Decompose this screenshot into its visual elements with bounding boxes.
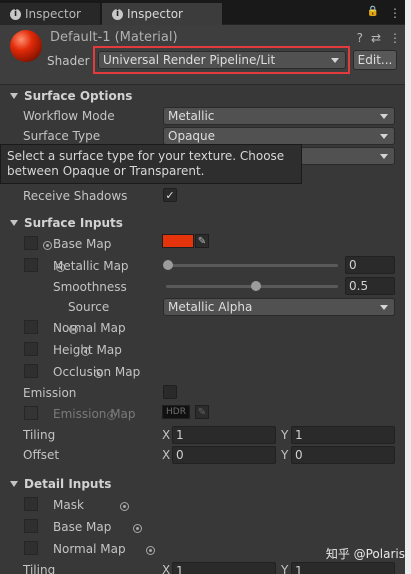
base-map-label: Base Map	[53, 237, 112, 251]
info-icon: i	[10, 8, 21, 20]
foldout-arrow-icon	[10, 481, 18, 487]
normal-map-texture-slot[interactable]	[24, 320, 38, 334]
tab-label: Inspector	[127, 7, 183, 21]
section-surface-options[interactable]: Surface Options	[10, 89, 132, 103]
tab-inspector-2[interactable]: i Inspector	[102, 3, 222, 25]
tiling-y-label: Y	[281, 428, 289, 442]
shader-value: Universal Render Pipeline/Lit	[103, 53, 276, 67]
chevron-down-icon	[380, 114, 388, 119]
detail-mask-texture-slot[interactable]	[24, 497, 38, 511]
offset-x-field[interactable]: 0	[172, 446, 276, 464]
tab-actions: 🔒 ⋮	[367, 6, 401, 20]
emission-label: Emission	[23, 386, 77, 400]
surface-type-tooltip: Select a surface type for your texture. …	[0, 144, 302, 184]
section-surface-inputs[interactable]: Surface Inputs	[10, 216, 123, 230]
object-picker-icon[interactable]	[145, 546, 155, 555]
more-menu-icon[interactable]: ⋮	[389, 6, 401, 20]
height-map-label: Height Map	[53, 343, 122, 357]
lock-icon[interactable]: 🔒	[367, 6, 379, 20]
source-label: Source	[68, 300, 110, 314]
check-icon: ✓	[165, 188, 175, 202]
workflow-mode-label: Workflow Mode	[23, 109, 115, 123]
source-value: Metallic Alpha	[168, 300, 253, 314]
surface-type-label: Surface Type	[23, 129, 101, 143]
detail-tiling-label: Tiling	[23, 563, 56, 574]
metallic-slider-track[interactable]	[166, 264, 338, 267]
metallic-slider-knob[interactable]	[163, 260, 173, 270]
object-picker-icon[interactable]	[132, 524, 142, 533]
detail-normal-map-texture-slot[interactable]	[24, 541, 38, 555]
offset-y-field[interactable]: 0	[291, 446, 395, 464]
detail-tiling-x-field[interactable]: 1	[172, 562, 276, 574]
surface-type-value: Opaque	[168, 129, 216, 143]
metallic-map-label: Metallic Map	[53, 259, 129, 273]
chevron-down-icon	[380, 154, 388, 159]
detail-base-map-label: Base Map	[53, 520, 112, 534]
tiling-label: Tiling	[23, 428, 56, 442]
window-edge	[405, 0, 411, 574]
eyedropper-icon[interactable]: ✎	[195, 405, 209, 419]
section-title: Surface Inputs	[24, 216, 123, 230]
detail-tiling-y-field[interactable]: 1	[291, 562, 395, 574]
tiling-x-field[interactable]: 1	[172, 426, 276, 444]
chevron-down-icon	[380, 134, 388, 139]
workflow-mode-dropdown[interactable]: Metallic	[163, 107, 395, 125]
help-icon[interactable]: ?	[357, 31, 363, 45]
shader-label: Shader	[47, 54, 90, 68]
emission-map-texture-slot[interactable]	[24, 406, 38, 420]
object-picker-icon[interactable]	[43, 241, 52, 250]
surface-type-dropdown[interactable]: Opaque	[163, 127, 395, 145]
occlusion-map-label: Occlusion Map	[53, 365, 141, 379]
preset-icon[interactable]: ⇄	[371, 31, 381, 45]
offset-label: Offset	[23, 448, 60, 462]
emission-checkbox[interactable]	[163, 385, 177, 399]
height-map-texture-slot[interactable]	[24, 342, 38, 356]
material-preview-sphere	[10, 30, 42, 62]
occlusion-map-texture-slot[interactable]	[24, 364, 38, 378]
info-icon: i	[112, 8, 123, 20]
material-title: Default-1 (Material)	[50, 30, 178, 45]
detail-mask-label: Mask	[53, 498, 84, 512]
tab-label: Inspector	[25, 7, 81, 21]
header-actions: ? ⇄ ⋮	[357, 31, 401, 45]
receive-shadows-checkbox[interactable]: ✓	[163, 188, 177, 202]
foldout-arrow-icon	[10, 220, 18, 226]
smoothness-value-field[interactable]: 0.5	[345, 277, 395, 295]
foldout-arrow-icon	[10, 93, 18, 99]
metallic-value-field[interactable]: 0	[345, 256, 395, 274]
section-detail-inputs[interactable]: Detail Inputs	[10, 477, 111, 491]
shader-dropdown[interactable]: Universal Render Pipeline/Lit	[98, 51, 346, 69]
tiling-y-field[interactable]: 1	[291, 426, 395, 444]
emission-hdr-color-field[interactable]: HDR	[162, 405, 190, 419]
edit-shader-button[interactable]: Edit...	[353, 50, 397, 70]
detail-normal-map-label: Normal Map	[53, 542, 126, 556]
tiling-x-label: X	[162, 428, 171, 442]
more-icon[interactable]: ⋮	[389, 31, 401, 45]
receive-shadows-label: Receive Shadows	[23, 189, 128, 203]
smoothness-source-dropdown[interactable]: Metallic Alpha	[163, 298, 395, 316]
offset-y-label: Y	[281, 448, 289, 462]
section-title: Detail Inputs	[24, 477, 112, 491]
normal-map-label: Normal Map	[53, 321, 126, 335]
chevron-down-icon	[331, 58, 339, 63]
offset-x-label: X	[162, 448, 171, 462]
workflow-mode-value: Metallic	[168, 109, 215, 123]
section-title: Surface Options	[24, 89, 133, 103]
metallic-map-texture-slot[interactable]	[24, 258, 38, 272]
object-picker-icon[interactable]	[119, 502, 129, 511]
base-map-texture-slot[interactable]	[24, 236, 38, 250]
watermark-text: 知乎 @Polaris	[325, 547, 405, 561]
smoothness-label: Smoothness	[53, 280, 127, 294]
base-map-color-swatch[interactable]	[162, 234, 194, 248]
smoothness-slider-knob[interactable]	[251, 281, 261, 291]
emission-map-label: Emission Map	[53, 407, 136, 421]
detail-tiling-y-label: Y	[281, 563, 289, 574]
detail-base-map-texture-slot[interactable]	[24, 519, 38, 533]
chevron-down-icon	[380, 305, 388, 310]
eyedropper-icon[interactable]: ✎	[195, 234, 209, 248]
tab-inspector-1[interactable]: i Inspector	[0, 3, 100, 25]
detail-tiling-x-label: X	[162, 563, 171, 574]
